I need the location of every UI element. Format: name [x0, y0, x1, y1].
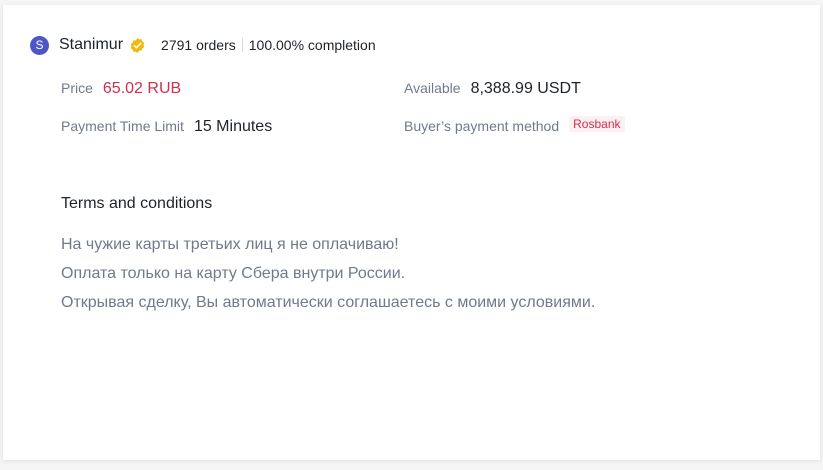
ad-detail-card: S Stanimur 2791 orders 100.00% completio…	[3, 5, 820, 460]
orders-count: 2791 orders	[161, 37, 236, 53]
stat-divider	[241, 38, 243, 52]
payment-method-tag: Rosbank	[569, 116, 625, 132]
price-field: Price 65.02 RUB	[61, 80, 181, 98]
merchant-header: S Stanimur 2791 orders 100.00% completio…	[30, 35, 376, 55]
price-label: Price	[61, 80, 93, 96]
terms-title: Terms and conditions	[61, 195, 213, 212]
completion-rate: 100.00% completion	[248, 37, 376, 53]
verified-badge-icon	[129, 37, 146, 54]
time-limit-field: Payment Time Limit 15 Minutes	[61, 118, 272, 136]
available-value: 8,388.99 USDT	[470, 80, 581, 97]
available-field: Available 8,388.99 USDT	[404, 80, 581, 98]
terms-text: На чужие карты третьих лиц я не оплачива…	[61, 230, 595, 317]
payment-method-label: Buyer’s payment method	[404, 118, 560, 134]
time-limit-value: 15 Minutes	[193, 118, 273, 135]
avatar[interactable]: S	[30, 35, 49, 55]
time-limit-label: Payment Time Limit	[61, 118, 184, 134]
terms-line: На чужие карты третьих лиц я не оплачива…	[61, 236, 399, 253]
available-label: Available	[404, 80, 461, 96]
avatar-letter: S	[35, 38, 44, 52]
price-value: 65.02 RUB	[102, 80, 182, 97]
payment-method-field: Buyer’s payment method Rosbank	[404, 116, 625, 135]
terms-line: Оплата только на карту Сбера внутри Росс…	[61, 265, 406, 282]
merchant-name[interactable]: Stanimur	[59, 36, 123, 54]
terms-line: Открывая сделку, Вы автоматически соглаш…	[61, 294, 596, 311]
